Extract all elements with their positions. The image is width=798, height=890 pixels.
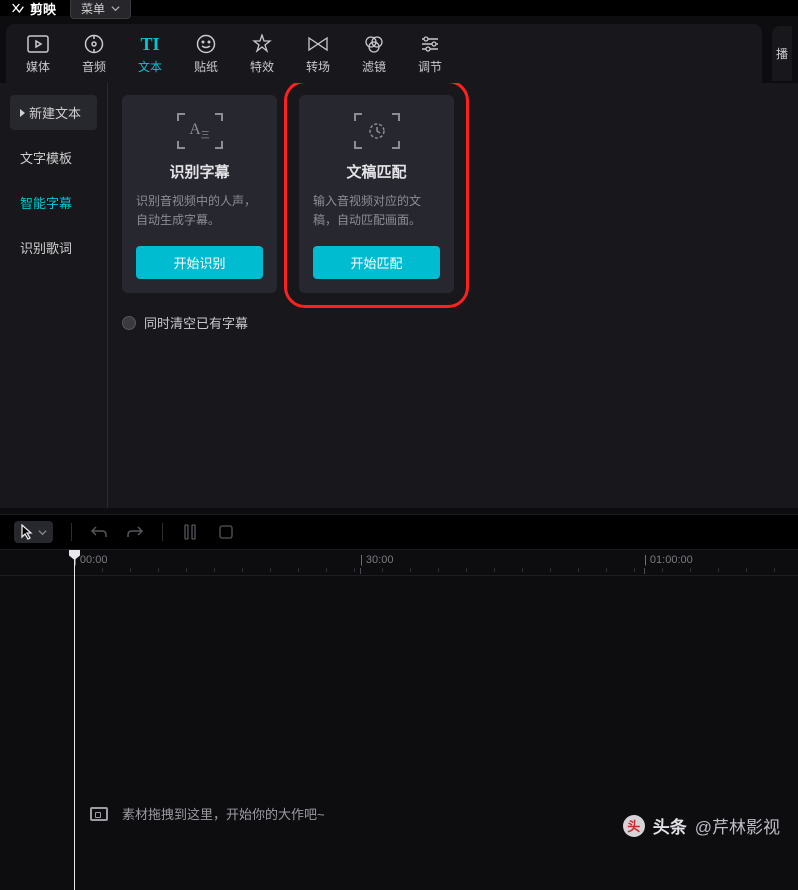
chevron-down-icon (111, 4, 120, 13)
card-desc: 识别音视频中的人声，自动生成字幕。 (136, 192, 263, 230)
drop-hint: 素材拖拽到这里，开始你的大作吧~ (90, 804, 325, 823)
sidebar-item-template[interactable]: 文字模板 (10, 140, 97, 175)
text-sidebar: 新建文本 文字模板 智能字幕 识别歌词 (0, 83, 108, 508)
drop-hint-text: 素材拖拽到这里，开始你的大作吧~ (122, 804, 325, 823)
card-recognize-subtitle: A三 识别字幕 识别音视频中的人声，自动生成字幕。 开始识别 (122, 95, 277, 293)
sticker-icon (178, 32, 234, 56)
chevron-down-icon (38, 528, 47, 537)
card-title: 识别字幕 (169, 161, 229, 182)
tab-adjust[interactable]: 调节 (402, 30, 458, 83)
subtitle-recognize-icon: A三 (177, 113, 223, 149)
separator (71, 523, 72, 541)
cursor-icon (20, 524, 34, 540)
tab-text[interactable]: TI 文本 (122, 30, 178, 83)
redo-button[interactable] (126, 523, 144, 541)
timeline-toolbar (0, 514, 798, 550)
audio-icon (66, 32, 122, 56)
clear-existing-checkbox[interactable] (122, 316, 136, 330)
start-recognize-button[interactable]: 开始识别 (136, 246, 263, 279)
split-button[interactable] (181, 523, 199, 541)
playhead[interactable] (74, 550, 75, 890)
tab-audio[interactable]: 音频 (66, 30, 122, 83)
ruler-tick: | 01:00:00 (644, 554, 693, 566)
tab-transition[interactable]: 转场 (290, 30, 346, 83)
menu-dropdown[interactable]: 菜单 (70, 0, 131, 19)
effects-icon (234, 32, 290, 56)
card-desc: 输入音视频对应的文稿，自动匹配画面。 (313, 192, 440, 230)
card-script-match: 文稿匹配 输入音视频对应的文稿，自动匹配画面。 开始匹配 (299, 95, 454, 293)
sidebar-item-lyrics[interactable]: 识别歌词 (10, 230, 97, 265)
sidebar-item-smart-subtitle[interactable]: 智能字幕 (10, 185, 97, 220)
menu-label: 菜单 (81, 0, 105, 17)
cursor-tool[interactable] (14, 521, 53, 543)
delete-button[interactable] (217, 523, 235, 541)
transition-icon (290, 32, 346, 56)
start-match-button[interactable]: 开始匹配 (313, 246, 440, 279)
placeholder-icon (90, 807, 108, 821)
card-title: 文稿匹配 (346, 161, 406, 182)
tab-effects[interactable]: 特效 (234, 30, 290, 83)
adjust-icon (402, 32, 458, 56)
clear-existing-label: 同时清空已有字幕 (144, 313, 248, 332)
clear-existing-row: 同时清空已有字幕 (122, 313, 784, 332)
separator (162, 523, 163, 541)
media-icon (10, 32, 66, 56)
watermark: 头 头条 @芹林影视 (623, 813, 780, 838)
content-area: A三 识别字幕 识别音视频中的人声，自动生成字幕。 开始识别 文稿匹配 输入音视… (108, 83, 798, 508)
tab-sticker[interactable]: 贴纸 (178, 30, 234, 83)
right-panel-stub: 播 (772, 26, 792, 81)
watermark-author: @芹林影视 (695, 813, 780, 838)
timeline[interactable]: | 00:00| 30:00| 01:00:00 素材拖拽到这里，开始你的大作吧… (0, 550, 798, 890)
tab-media[interactable]: 媒体 (10, 30, 66, 83)
triangle-icon (20, 109, 25, 117)
app-name: 剪映 (30, 0, 56, 18)
tab-filter[interactable]: 滤镜 (346, 30, 402, 83)
category-tabs: 媒体 音频 TI 文本 贴纸 特效 转场 滤镜 调节 (6, 24, 762, 83)
app-logo: 剪映 (10, 0, 56, 18)
watermark-brand: 头条 (653, 813, 687, 838)
script-match-icon (354, 113, 400, 149)
filter-icon (346, 32, 402, 56)
toutiao-logo-icon: 头 (623, 815, 645, 837)
ruler-tick: | 30:00 (360, 554, 393, 566)
timeline-ruler[interactable]: | 00:00| 30:00| 01:00:00 (0, 550, 798, 576)
sidebar-item-new-text[interactable]: 新建文本 (10, 95, 97, 130)
undo-button[interactable] (90, 523, 108, 541)
text-icon: TI (122, 32, 178, 56)
